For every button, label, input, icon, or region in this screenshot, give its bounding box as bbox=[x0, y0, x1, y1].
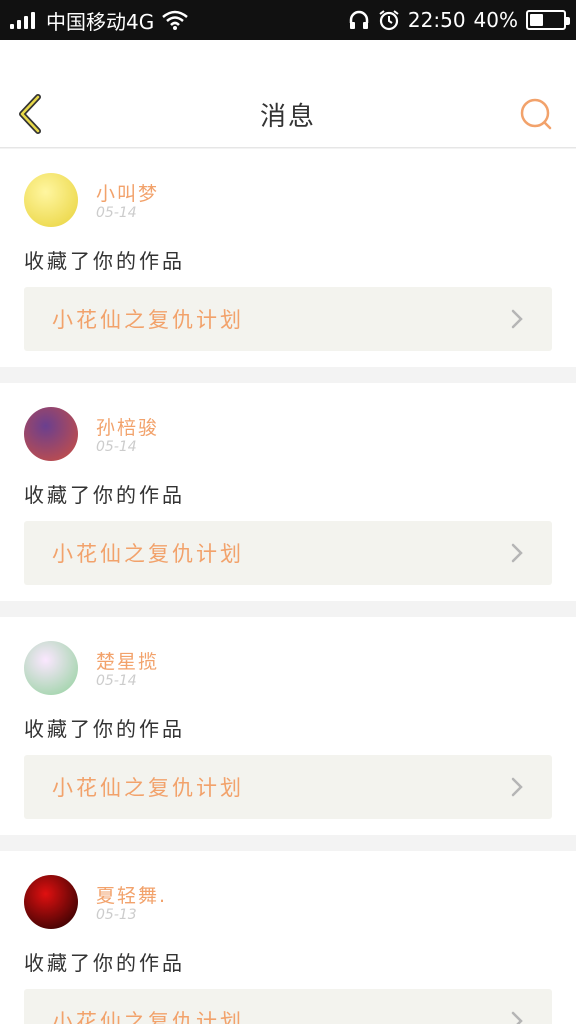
avatar[interactable] bbox=[24, 875, 78, 929]
action-text: 收藏了你的作品 bbox=[24, 483, 185, 507]
work-title: 小花仙之复仇计划 bbox=[52, 308, 244, 332]
chevron-right-icon bbox=[511, 543, 523, 563]
work-title: 小花仙之复仇计划 bbox=[52, 1010, 244, 1024]
work-link[interactable]: 小花仙之复仇计划 bbox=[24, 521, 552, 585]
battery-fill bbox=[530, 14, 543, 26]
work-title: 小花仙之复仇计划 bbox=[52, 776, 244, 800]
username[interactable]: 楚星揽 bbox=[96, 647, 159, 674]
message-time: 05-14 bbox=[96, 673, 137, 689]
work-title: 小花仙之复仇计划 bbox=[52, 542, 244, 566]
work-link[interactable]: 小花仙之复仇计划 bbox=[24, 755, 552, 819]
headphone-icon bbox=[349, 10, 369, 29]
username[interactable]: 小叫梦 bbox=[96, 179, 159, 206]
message-card[interactable]: 夏轻舞. 05-13 收藏了你的作品 小花仙之复仇计划 bbox=[0, 851, 576, 1024]
battery-percent: 40% bbox=[473, 8, 518, 32]
page-title: 消息 bbox=[259, 102, 316, 132]
chevron-right-icon bbox=[511, 777, 523, 797]
battery-icon bbox=[526, 10, 570, 30]
avatar[interactable] bbox=[24, 641, 78, 695]
work-link[interactable]: 小花仙之复仇计划 bbox=[24, 287, 552, 351]
chevron-right-icon bbox=[511, 309, 523, 329]
action-text: 收藏了你的作品 bbox=[24, 951, 185, 975]
message-card[interactable]: 小叫梦 05-14 收藏了你的作品 小花仙之复仇计划 bbox=[0, 149, 576, 367]
username[interactable]: 孙棓骏 bbox=[96, 413, 159, 440]
search-button[interactable] bbox=[516, 94, 556, 134]
message-card[interactable]: 楚星揽 05-14 收藏了你的作品 小花仙之复仇计划 bbox=[0, 617, 576, 835]
status-right: 22:50 40% bbox=[348, 8, 570, 32]
message-time: 05-14 bbox=[96, 439, 137, 455]
search-icon bbox=[520, 98, 552, 130]
work-link[interactable]: 小花仙之复仇计划 bbox=[24, 989, 552, 1024]
message-time: 05-13 bbox=[96, 907, 137, 923]
clock-time: 22:50 bbox=[407, 8, 466, 32]
status-bar: 中国移动4G 22:50 40% bbox=[0, 0, 576, 40]
username[interactable]: 夏轻舞. bbox=[96, 881, 167, 908]
avatar[interactable] bbox=[24, 407, 78, 461]
alarm-icon bbox=[379, 10, 399, 31]
header: 消息 bbox=[0, 40, 576, 148]
message-card[interactable]: 孙棓骏 05-14 收藏了你的作品 小花仙之复仇计划 bbox=[0, 383, 576, 601]
signal-icon bbox=[10, 11, 38, 29]
message-list[interactable]: 小叫梦 05-14 收藏了你的作品 小花仙之复仇计划 孙棓骏 05-14 收藏了… bbox=[0, 149, 576, 1024]
action-text: 收藏了你的作品 bbox=[24, 717, 185, 741]
chevron-right-icon bbox=[511, 1011, 523, 1024]
message-time: 05-14 bbox=[96, 205, 137, 221]
action-text: 收藏了你的作品 bbox=[24, 249, 185, 273]
carrier-label: 中国移动4G bbox=[46, 9, 155, 34]
avatar[interactable] bbox=[24, 173, 78, 227]
wifi-icon bbox=[162, 10, 189, 30]
status-left: 中国移动4G bbox=[10, 6, 189, 35]
